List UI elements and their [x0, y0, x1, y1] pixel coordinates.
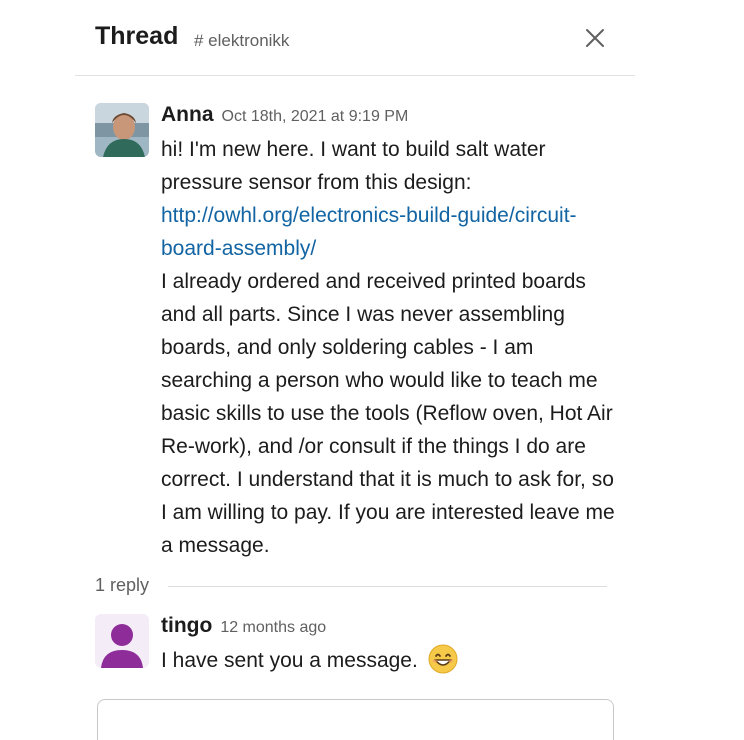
avatar[interactable] [95, 614, 149, 668]
message-timestamp[interactable]: 12 months ago [220, 619, 326, 636]
message-body: tingo 12 months ago I have sent you a mes… [161, 614, 621, 677]
reply-text: I have sent you a message. [161, 649, 418, 672]
channel-link[interactable]: # elektronikk [194, 31, 289, 51]
smile-emoji-icon [428, 644, 458, 674]
message-meta: Anna Oct 18th, 2021 at 9:19 PM [161, 103, 621, 129]
reply-divider: 1 reply [95, 573, 607, 599]
avatar[interactable] [95, 103, 149, 157]
reply-count: 1 reply [95, 575, 150, 595]
thread-header: Thread # elektronikk [75, 0, 635, 76]
reply-composer[interactable] [97, 699, 614, 740]
message-intro: hi! I'm new here. I want to build salt w… [161, 138, 546, 194]
message-text: hi! I'm new here. I want to build salt w… [161, 133, 621, 562]
author-name[interactable]: Anna [161, 103, 214, 126]
close-icon [586, 29, 604, 47]
default-avatar-icon [95, 614, 149, 668]
message-text: I have sent you a message. [161, 644, 621, 677]
message-body: Anna Oct 18th, 2021 at 9:19 PM hi! I'm ne… [161, 103, 621, 562]
user-photo-icon [95, 103, 149, 157]
message-meta: tingo 12 months ago [161, 614, 621, 640]
message-timestamp[interactable]: Oct 18th, 2021 at 9:19 PM [222, 108, 409, 125]
thread-title: Thread [95, 22, 179, 50]
author-name[interactable]: tingo [161, 614, 212, 637]
message-paragraph: I already ordered and received printed b… [161, 270, 615, 557]
thread-panel: Thread # elektronikk Anna Oct 18th, 2021 … [0, 0, 744, 740]
message-link[interactable]: http://owhl.org/electronics-build-guide/… [161, 204, 577, 260]
close-button[interactable] [581, 24, 609, 52]
divider-line [168, 586, 607, 587]
